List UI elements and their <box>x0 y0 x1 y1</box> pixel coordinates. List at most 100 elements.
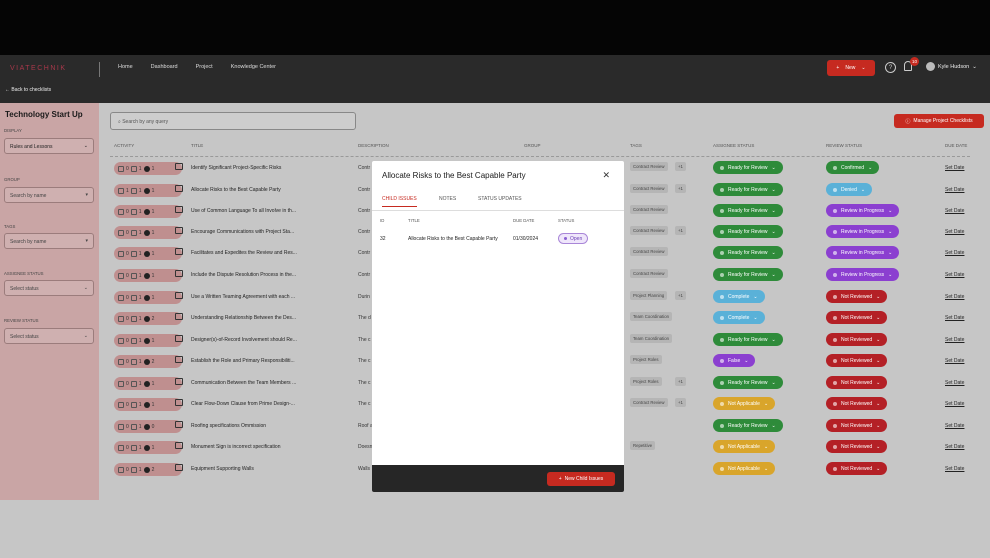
row-title[interactable]: Allocate Risks to the Best Capable Party <box>191 187 281 193</box>
activity-counters[interactable]: 0 1 1 <box>114 398 182 411</box>
assignee-status-dropdown[interactable]: False ⌄ <box>713 354 756 367</box>
nav-link-home[interactable]: Home <box>118 64 133 70</box>
set-date-link[interactable]: Set Date <box>945 272 964 278</box>
help-icon[interactable]: ? <box>885 62 896 73</box>
user-menu[interactable]: Kyle Hudson ⌄ <box>926 62 977 71</box>
assignee-status-dropdown[interactable]: Ready for Review ⌄ <box>713 419 783 432</box>
activity-counters[interactable]: 0 1 2 <box>114 312 182 325</box>
review-status-dropdown[interactable]: Review in Progress ⌄ <box>826 246 900 259</box>
set-date-link[interactable]: Set Date <box>945 250 964 256</box>
assignee-status-dropdown[interactable]: Ready for Review ⌄ <box>713 183 783 196</box>
review-status-dropdown[interactable]: Review in Progress ⌄ <box>826 225 900 238</box>
new-child-issues-button[interactable]: + New Child Issues <box>547 472 615 486</box>
row-title[interactable]: Roofing specifications Ommission <box>191 423 266 429</box>
assignee-status-dropdown[interactable]: Ready for Review ⌄ <box>713 204 783 217</box>
row-title[interactable]: Understanding Relationship Between the D… <box>191 315 296 321</box>
assignee-status-dropdown[interactable]: Ready for Review ⌄ <box>713 161 783 174</box>
back-to-checklists-link[interactable]: ← Back to checklists <box>5 87 51 93</box>
tag-more-chip[interactable]: +1 <box>675 162 686 171</box>
tab-status-updates[interactable]: STATUS UPDATES <box>478 196 522 202</box>
review-status-dropdown[interactable]: Denied ⌄ <box>826 183 873 196</box>
row-title[interactable]: Use of Common Language To all Involve in… <box>191 208 296 214</box>
tag-more-chip[interactable]: +1 <box>675 226 686 235</box>
activity-counters[interactable]: 1 1 1 <box>114 184 182 197</box>
tag-more-chip[interactable]: +1 <box>675 398 686 407</box>
set-date-link[interactable]: Set Date <box>945 358 964 364</box>
review-status-dropdown[interactable]: Not Reviewed ⌄ <box>826 290 888 303</box>
set-date-link[interactable]: Set Date <box>945 466 964 472</box>
assignee-status-dropdown[interactable]: Ready for Review ⌄ <box>713 225 783 238</box>
assignee-status-dropdown[interactable]: Ready for Review ⌄ <box>713 333 783 346</box>
activity-counters[interactable]: 0 1 1 <box>114 226 182 239</box>
assignee-status-dropdown[interactable]: Complete ⌄ <box>713 290 765 303</box>
review-status-dropdown[interactable]: Not Reviewed ⌄ <box>826 397 888 410</box>
assignee-status-dropdown[interactable]: Ready for Review ⌄ <box>713 246 783 259</box>
activity-counters[interactable]: 0 1 1 <box>114 269 182 282</box>
review-status-dropdown[interactable]: Review in Progress ⌄ <box>826 268 900 281</box>
row-title[interactable]: Encourage Communications with Project St… <box>191 229 294 235</box>
activity-counters[interactable]: 0 1 0 <box>114 420 182 433</box>
tab-child-issues[interactable]: CHILD ISSUES <box>382 196 417 207</box>
assignee-status-dropdown[interactable]: Ready for Review ⌄ <box>713 268 783 281</box>
set-date-link[interactable]: Set Date <box>945 401 964 407</box>
activity-counters[interactable]: 0 1 1 <box>114 377 182 390</box>
child-issue-title[interactable]: Allocate Risks to the Best Capable Party <box>408 236 498 242</box>
row-title[interactable]: Facilitates and Expedites the Review and… <box>191 250 297 256</box>
set-date-link[interactable]: Set Date <box>945 294 964 300</box>
set-date-link[interactable]: Set Date <box>945 165 964 171</box>
activity-counters[interactable]: 0 1 1 <box>114 334 182 347</box>
tab-notes[interactable]: NOTES <box>439 196 456 202</box>
activity-counters[interactable]: 0 1 2 <box>114 463 182 476</box>
nav-link-project[interactable]: Project <box>196 64 213 70</box>
activity-counters[interactable]: 0 1 1 <box>114 441 182 454</box>
set-date-link[interactable]: Set Date <box>945 208 964 214</box>
set-date-link[interactable]: Set Date <box>945 423 964 429</box>
manage-checklists-button[interactable]: ⓘ Manage Project Checklists <box>894 114 984 128</box>
review-status-dropdown[interactable]: Confirmed ⌄ <box>826 161 880 174</box>
review-status-dropdown[interactable]: Not Reviewed ⌄ <box>826 440 888 453</box>
row-title[interactable]: Identify Significant Project-Specific Ri… <box>191 165 281 171</box>
set-date-link[interactable]: Set Date <box>945 315 964 321</box>
assignee-status-dropdown[interactable]: Complete ⌄ <box>713 311 765 324</box>
review-status-dropdown[interactable]: Not Reviewed ⌄ <box>826 462 888 475</box>
assignee-status-dropdown[interactable]: Not Applicable ⌄ <box>713 440 776 453</box>
nav-link-knowledge-center[interactable]: Knowledge Center <box>231 64 276 70</box>
row-title[interactable]: Monument Sign is incorrect specification <box>191 444 281 450</box>
search-input[interactable]: ⌕ Search by any query <box>110 112 356 130</box>
set-date-link[interactable]: Set Date <box>945 187 964 193</box>
tag-more-chip[interactable]: +1 <box>675 184 686 193</box>
set-date-link[interactable]: Set Date <box>945 337 964 343</box>
review-status-dropdown[interactable]: Not Reviewed ⌄ <box>826 333 888 346</box>
assignee-status-dropdown[interactable]: Not Applicable ⌄ <box>713 462 776 475</box>
review-status-dropdown[interactable]: Not Reviewed ⌄ <box>826 311 888 324</box>
row-title[interactable]: Clear Flow-Down Clause from Prime Design… <box>191 401 295 407</box>
tag-more-chip[interactable]: +1 <box>675 377 686 386</box>
review-status-dropdown[interactable]: Not Reviewed ⌄ <box>826 354 888 367</box>
activity-counters[interactable]: 0 1 1 <box>114 162 182 175</box>
assignee-status-dropdown[interactable]: Ready for Review ⌄ <box>713 376 783 389</box>
set-date-link[interactable]: Set Date <box>945 444 964 450</box>
review-status-dropdown[interactable]: Review in Progress ⌄ <box>826 204 900 217</box>
row-title[interactable]: Use a Written Teaming Agreement with eac… <box>191 294 295 300</box>
activity-counters[interactable]: 0 1 1 <box>114 291 182 304</box>
row-title[interactable]: Equipment Supporting Walls <box>191 466 254 472</box>
app-logo[interactable]: VIATECHNIK <box>10 65 67 72</box>
tag-more-chip[interactable]: +1 <box>675 291 686 300</box>
activity-counters[interactable]: 0 1 2 <box>114 355 182 368</box>
activity-counters[interactable]: 0 1 1 <box>114 247 182 260</box>
review-status-dropdown[interactable]: Not Reviewed ⌄ <box>826 376 888 389</box>
set-date-link[interactable]: Set Date <box>945 380 964 386</box>
set-date-link[interactable]: Set Date <box>945 229 964 235</box>
display-select[interactable]: Rules and Lessons ⌄ <box>4 138 94 154</box>
review-status-dropdown[interactable]: Not Reviewed ⌄ <box>826 419 888 432</box>
activity-counters[interactable]: 0 1 1 <box>114 205 182 218</box>
close-icon[interactable]: ✕ <box>602 170 610 181</box>
row-title[interactable]: Communication Between the Team Members .… <box>191 380 296 386</box>
comment-icon <box>143 337 150 344</box>
assignee-status-dropdown[interactable]: Not Applicable ⌄ <box>713 397 776 410</box>
nav-link-dashboard[interactable]: Dashboard <box>151 64 178 70</box>
new-button[interactable]: + New ⌄ <box>827 60 875 76</box>
row-title[interactable]: Designer(s)-of-Record Involvement should… <box>191 337 297 343</box>
row-title[interactable]: Include the Dispute Resolution Process i… <box>191 272 296 278</box>
row-title[interactable]: Establish the Role and Primary Responsib… <box>191 358 295 364</box>
